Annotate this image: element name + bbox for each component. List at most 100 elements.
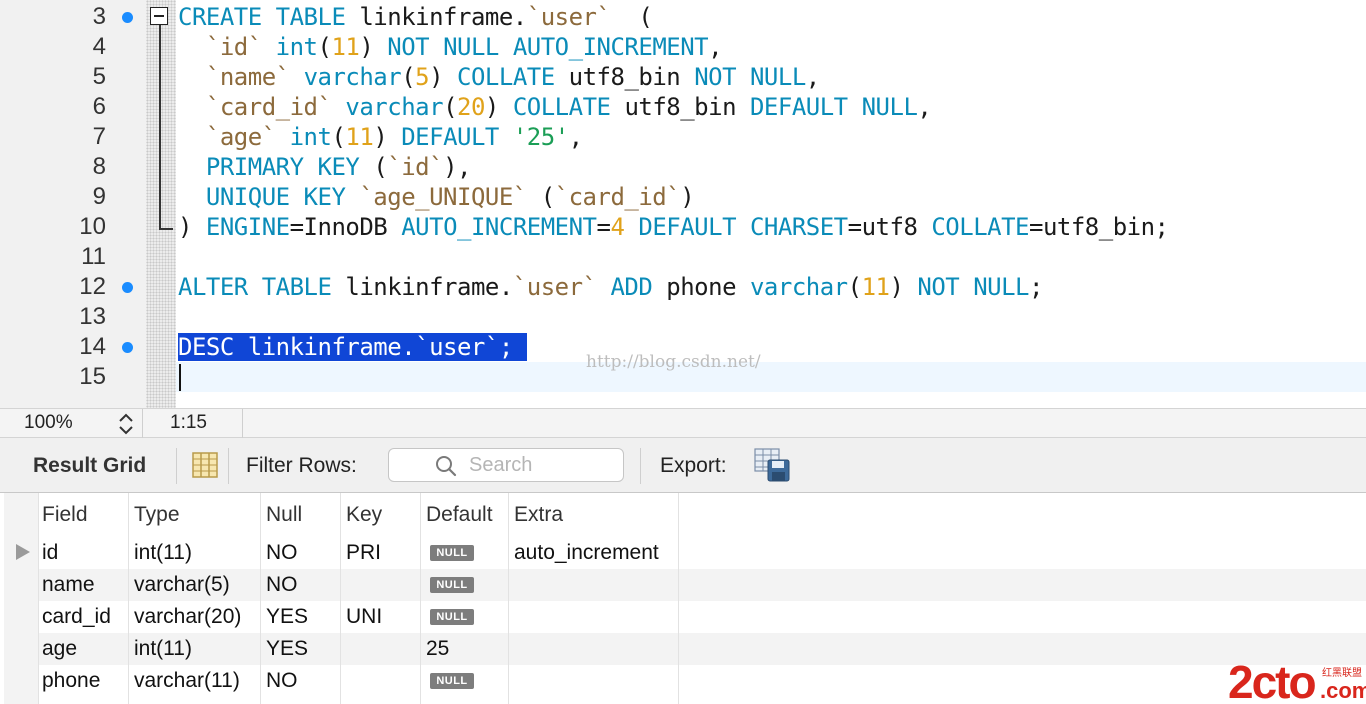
paren-token: ( bbox=[331, 123, 346, 151]
code-line-4[interactable]: `id` int(11) NOT NULL AUTO_INCREMENT, bbox=[0, 32, 1366, 62]
column-header-extra[interactable]: Extra bbox=[514, 503, 563, 527]
cell-key[interactable]: UNI bbox=[346, 605, 382, 629]
identifier-token: =utf8 bbox=[847, 213, 918, 241]
kw-token: ADD bbox=[610, 273, 653, 301]
kw-token: CHARSET bbox=[749, 213, 848, 241]
table-row[interactable]: phone varchar(11) NO NULL bbox=[38, 665, 1366, 697]
zoom-level: 100% bbox=[24, 412, 73, 433]
cell-field[interactable]: id bbox=[42, 541, 58, 565]
number-token: 5 bbox=[415, 63, 430, 91]
search-icon bbox=[436, 456, 457, 477]
comma-token: , bbox=[805, 63, 820, 91]
operator-token: = bbox=[596, 213, 611, 241]
kw-token: DEFAULT bbox=[638, 213, 737, 241]
sql-editor[interactable]: 3 4 5 6 7 8 9 10 11 12 13 14 15 CREATE TABLE linkinf… bbox=[0, 0, 1366, 408]
column-header-key[interactable]: Key bbox=[346, 503, 382, 527]
line-number-row[interactable]: 11 bbox=[0, 242, 1366, 272]
kw-token: AUTO_INCREMENT bbox=[512, 33, 709, 61]
code-line-12[interactable]: ALTER TABLE linkinframe.`user` ADD phone… bbox=[0, 272, 1366, 302]
cursor-position: 1:15 bbox=[170, 412, 207, 433]
logo-suffix-text: .com bbox=[1320, 678, 1366, 703]
kw-token: NULL bbox=[861, 93, 918, 121]
watermark-text: http://blog.csdn.net/ bbox=[586, 352, 761, 372]
null-badge: NULL bbox=[430, 545, 474, 561]
code-text: ALTER TABLE linkinframe.`user` ADD phone… bbox=[178, 272, 1043, 302]
zoom-stepper-icon[interactable] bbox=[117, 412, 135, 436]
search-input[interactable] bbox=[469, 453, 609, 477]
kw-token: UNIQUE KEY bbox=[205, 183, 346, 211]
kw-token: NOT NULL bbox=[917, 273, 1029, 301]
quoted-identifier-token: `age_UNIQUE` bbox=[359, 183, 527, 211]
kw-token: varchar bbox=[303, 63, 402, 91]
paren-token: ( bbox=[638, 3, 653, 31]
column-header-null[interactable]: Null bbox=[266, 503, 302, 527]
cell-null[interactable]: NO bbox=[266, 573, 298, 597]
kw-token: varchar bbox=[345, 93, 444, 121]
column-divider[interactable] bbox=[508, 493, 509, 704]
table-row[interactable]: card_id varchar(20) YES UNI NULL bbox=[38, 601, 1366, 633]
cell-null[interactable]: NO bbox=[266, 541, 298, 565]
cell-type[interactable]: varchar(11) bbox=[134, 669, 240, 693]
cell-extra[interactable]: auto_increment bbox=[514, 541, 659, 565]
column-divider[interactable] bbox=[340, 493, 341, 704]
code-line-8[interactable]: PRIMARY KEY (`id`), bbox=[0, 152, 1366, 182]
line-number-row[interactable]: 13 bbox=[0, 302, 1366, 332]
filter-search-box[interactable] bbox=[388, 448, 624, 482]
paren-token: ( bbox=[847, 273, 862, 301]
current-row-pointer-icon bbox=[16, 544, 30, 560]
filter-rows-label: Filter Rows: bbox=[246, 454, 357, 477]
code-text: ) ENGINE=InnoDB AUTO_INCREMENT=4 DEFAULT… bbox=[178, 212, 1169, 242]
cell-field[interactable]: phone bbox=[42, 669, 100, 693]
site-logo: 2cto .com 红黑联盟 bbox=[1228, 656, 1366, 704]
code-line-3[interactable]: CREATE TABLE linkinframe.`user` ( bbox=[0, 2, 1366, 32]
null-badge: NULL bbox=[430, 577, 474, 593]
quoted-identifier-token: `card_id` bbox=[205, 93, 332, 121]
export-icon[interactable] bbox=[754, 448, 790, 482]
column-divider[interactable] bbox=[260, 493, 261, 704]
cell-default[interactable]: 25 bbox=[426, 637, 449, 661]
cell-null[interactable]: YES bbox=[266, 605, 308, 629]
kw-token: int bbox=[289, 123, 332, 151]
column-divider[interactable] bbox=[420, 493, 421, 704]
column-header-type[interactable]: Type bbox=[134, 503, 180, 527]
cell-field[interactable]: name bbox=[42, 573, 95, 597]
table-row[interactable]: name varchar(5) NO NULL bbox=[38, 569, 1366, 601]
cell-type[interactable]: int(11) bbox=[134, 637, 192, 661]
cell-type[interactable]: varchar(20) bbox=[134, 605, 241, 629]
selected-text: DESC linkinframe.`user`; bbox=[178, 333, 527, 361]
kw-token: CREATE bbox=[178, 3, 262, 31]
column-header-default[interactable]: Default bbox=[426, 503, 493, 527]
cell-null[interactable]: YES bbox=[266, 637, 308, 661]
result-grid[interactable]: id int(11) NO PRI NULL auto_incrementname varc… bbox=[0, 493, 1366, 704]
quoted-identifier-token: `user` bbox=[526, 3, 611, 31]
paren-token: ), bbox=[443, 153, 471, 181]
code-line-6[interactable]: `card_id` varchar(20) COLLATE utf8_bin D… bbox=[0, 92, 1366, 122]
column-divider[interactable] bbox=[678, 493, 679, 704]
number-token: 11 bbox=[345, 123, 374, 151]
table-row[interactable]: id int(11) NO PRI NULL auto_increment bbox=[38, 537, 1366, 569]
cell-field[interactable]: age bbox=[42, 637, 77, 661]
column-header-field[interactable]: Field bbox=[42, 503, 88, 527]
column-divider[interactable] bbox=[38, 493, 39, 704]
cell-type[interactable]: int(11) bbox=[134, 541, 192, 565]
kw-token: ALTER bbox=[178, 273, 248, 301]
code-line-10[interactable]: ) ENGINE=InnoDB AUTO_INCREMENT=4 DEFAULT… bbox=[0, 212, 1366, 242]
paren-token: ( bbox=[540, 183, 555, 211]
comma-token: , bbox=[708, 33, 723, 61]
code-text: CREATE TABLE linkinframe.`user` ( bbox=[178, 2, 653, 32]
cell-key[interactable]: PRI bbox=[346, 541, 381, 565]
cell-field[interactable]: card_id bbox=[42, 605, 111, 629]
table-row[interactable]: age int(11) YES 25 bbox=[38, 633, 1366, 665]
code-line-5[interactable]: `name` varchar(5) COLLATE utf8_bin NOT N… bbox=[0, 62, 1366, 92]
grid-view-icon[interactable] bbox=[192, 452, 218, 478]
kw-token: AUTO_INCREMENT bbox=[401, 213, 597, 241]
column-divider[interactable] bbox=[128, 493, 129, 704]
identifier-token: utf8_bin bbox=[624, 93, 737, 121]
code-line-9[interactable]: UNIQUE KEY `age_UNIQUE` (`card_id`) bbox=[0, 182, 1366, 212]
kw-token: COLLATE bbox=[457, 63, 555, 91]
cell-type[interactable]: varchar(5) bbox=[134, 573, 230, 597]
text-caret bbox=[179, 364, 181, 391]
code-line-7[interactable]: `age` int(11) DEFAULT '25', bbox=[0, 122, 1366, 152]
identifier-token: =InnoDB bbox=[289, 213, 388, 241]
cell-null[interactable]: NO bbox=[266, 669, 298, 693]
